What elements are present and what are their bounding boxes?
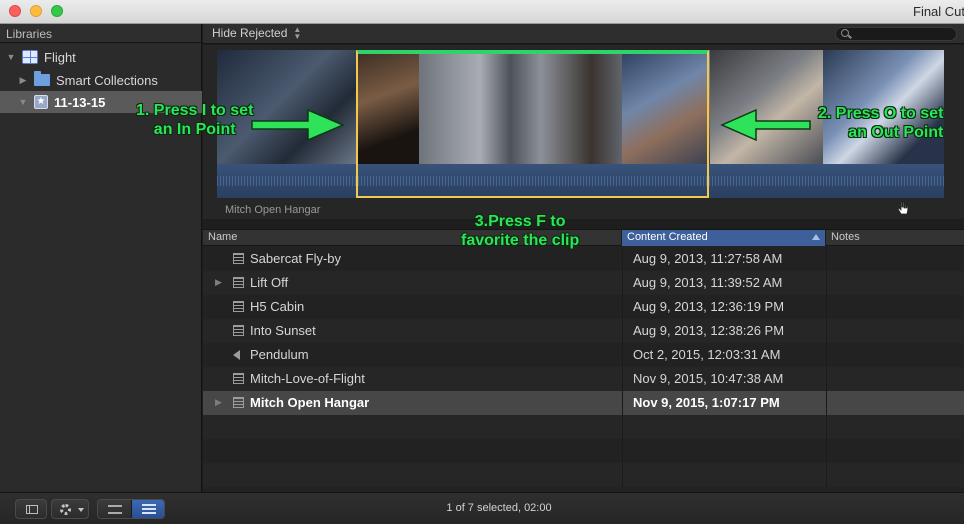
search-field[interactable] xyxy=(835,27,957,41)
column-header-label: Content Created xyxy=(627,231,708,243)
annotation-line: an Out Point xyxy=(848,124,944,141)
clip-name: Mitch Open Hangar xyxy=(250,395,370,410)
bottom-bar: 1 of 7 selected, 02:00 xyxy=(0,492,964,524)
window-title: Final Cut xyxy=(913,4,964,19)
disclosure-right-icon[interactable]: ▶ xyxy=(215,397,222,408)
hand-cursor-icon xyxy=(897,201,909,215)
column-header-content-created[interactable]: Content Created xyxy=(622,230,826,246)
table-row[interactable]: Into Sunset Aug 9, 2013, 12:38:26 PM xyxy=(203,319,964,343)
sidebar-item-label: Smart Collections xyxy=(56,72,158,88)
sidebar-item-flight[interactable]: ▼ Flight xyxy=(0,46,202,68)
selection-status: 1 of 7 selected, 02:00 xyxy=(446,502,552,514)
table-row[interactable]: Sabercat Fly-by Aug 9, 2013, 11:27:58 AM xyxy=(203,247,964,271)
clip-list: Name Content Created Notes Sabercat Fly-… xyxy=(203,229,964,493)
title-bar: Final Cut xyxy=(0,0,964,24)
table-row[interactable]: ▶ Lift Off Aug 9, 2013, 11:39:52 AM xyxy=(203,271,964,295)
column-header-notes[interactable]: Notes xyxy=(826,230,964,246)
disclosure-down-icon[interactable]: ▼ xyxy=(18,97,28,107)
clip-name: Sabercat Fly-by xyxy=(250,251,342,266)
zoom-window-button[interactable] xyxy=(51,5,63,17)
table-row-selected[interactable]: ▶ Mitch Open Hangar Nov 9, 2015, 1:07:17… xyxy=(203,391,964,415)
clip-filter-popup[interactable]: Hide Rejected ▲ ▼ xyxy=(212,25,302,41)
empty-row xyxy=(203,439,964,463)
arrow-left-icon xyxy=(720,108,811,142)
annotation-line: 3.Press F to xyxy=(474,213,566,230)
clip-filter-label: Hide Rejected xyxy=(212,26,288,40)
table-row[interactable]: H5 Cabin Aug 9, 2013, 12:36:19 PM xyxy=(203,295,964,319)
selected-range[interactable] xyxy=(356,50,709,198)
folder-icon xyxy=(34,71,50,86)
clip-created: Nov 9, 2015, 10:47:38 AM xyxy=(633,371,784,386)
browser-toolbar: Hide Rejected ▲ ▼ xyxy=(203,24,964,44)
clip-name: Into Sunset xyxy=(250,323,316,338)
film-clip-icon xyxy=(233,253,244,264)
film-clip-icon xyxy=(233,373,244,384)
annotation-in-point: 1. Press I to set an In Point xyxy=(136,101,253,139)
search-icon xyxy=(841,29,849,37)
list-rows: Sabercat Fly-by Aug 9, 2013, 11:27:58 AM… xyxy=(203,247,964,493)
annotation-line: 2. Press O to set xyxy=(818,105,944,122)
clip-created: Aug 9, 2013, 11:27:58 AM xyxy=(633,251,783,266)
clip-created: Nov 9, 2015, 1:07:17 PM xyxy=(633,395,780,410)
annotation-line: 1. Press I to set xyxy=(136,102,254,119)
annotation-favorite: 3.Press F to favorite the clip xyxy=(461,212,579,250)
popup-arrows-icon: ▲ ▼ xyxy=(293,25,302,41)
minimize-window-button[interactable] xyxy=(30,5,42,17)
empty-row xyxy=(203,463,964,487)
film-clip-icon xyxy=(233,325,244,336)
clip-name: Lift Off xyxy=(250,275,289,290)
disclosure-right-icon[interactable]: ▶ xyxy=(18,75,28,86)
close-window-button[interactable] xyxy=(9,5,21,17)
libraries-sidebar: Libraries ▼ Flight ▶ Smart Collections ▼… xyxy=(0,24,202,492)
clip-name: Pendulum xyxy=(250,347,309,362)
clip-created: Aug 9, 2013, 11:39:52 AM xyxy=(633,275,783,290)
clip-name: Mitch-Love-of-Flight xyxy=(250,371,365,386)
disclosure-right-icon[interactable]: ▶ xyxy=(215,277,222,288)
libraries-header: Libraries xyxy=(0,24,201,43)
clip-created: Aug 9, 2013, 12:36:19 PM xyxy=(633,299,785,314)
table-row[interactable]: Mitch-Love-of-Flight Nov 9, 2015, 10:47:… xyxy=(203,367,964,391)
empty-row xyxy=(203,415,964,439)
annotation-out-point: 2. Press O to set an Out Point xyxy=(818,104,943,142)
sort-ascending-icon xyxy=(812,234,820,240)
filmstrip-clip-label: Mitch Open Hangar xyxy=(225,204,321,216)
annotation-line: an In Point xyxy=(153,121,236,138)
disclosure-down-icon[interactable]: ▼ xyxy=(6,52,16,62)
annotation-line: favorite the clip xyxy=(461,232,580,249)
clip-name: H5 Cabin xyxy=(250,299,305,314)
table-row[interactable]: Pendulum Oct 2, 2015, 12:03:31 AM xyxy=(203,343,964,367)
list-header: Name Content Created Notes xyxy=(203,230,964,246)
audio-clip-icon xyxy=(233,350,240,360)
sidebar-item-label: Flight xyxy=(44,49,76,65)
film-clip-icon xyxy=(233,397,244,408)
sidebar-item-smart-collections[interactable]: ▶ Smart Collections xyxy=(0,69,202,91)
library-icon xyxy=(22,50,38,64)
film-clip-icon xyxy=(233,301,244,312)
arrow-right-icon xyxy=(251,108,345,142)
sidebar-item-label: 11-13-15 xyxy=(54,94,106,110)
film-clip-icon xyxy=(233,277,244,288)
event-star-icon: ★ xyxy=(34,95,48,109)
clip-created: Aug 9, 2013, 12:38:26 PM xyxy=(633,323,785,338)
clip-created: Oct 2, 2015, 12:03:31 AM xyxy=(633,347,781,362)
